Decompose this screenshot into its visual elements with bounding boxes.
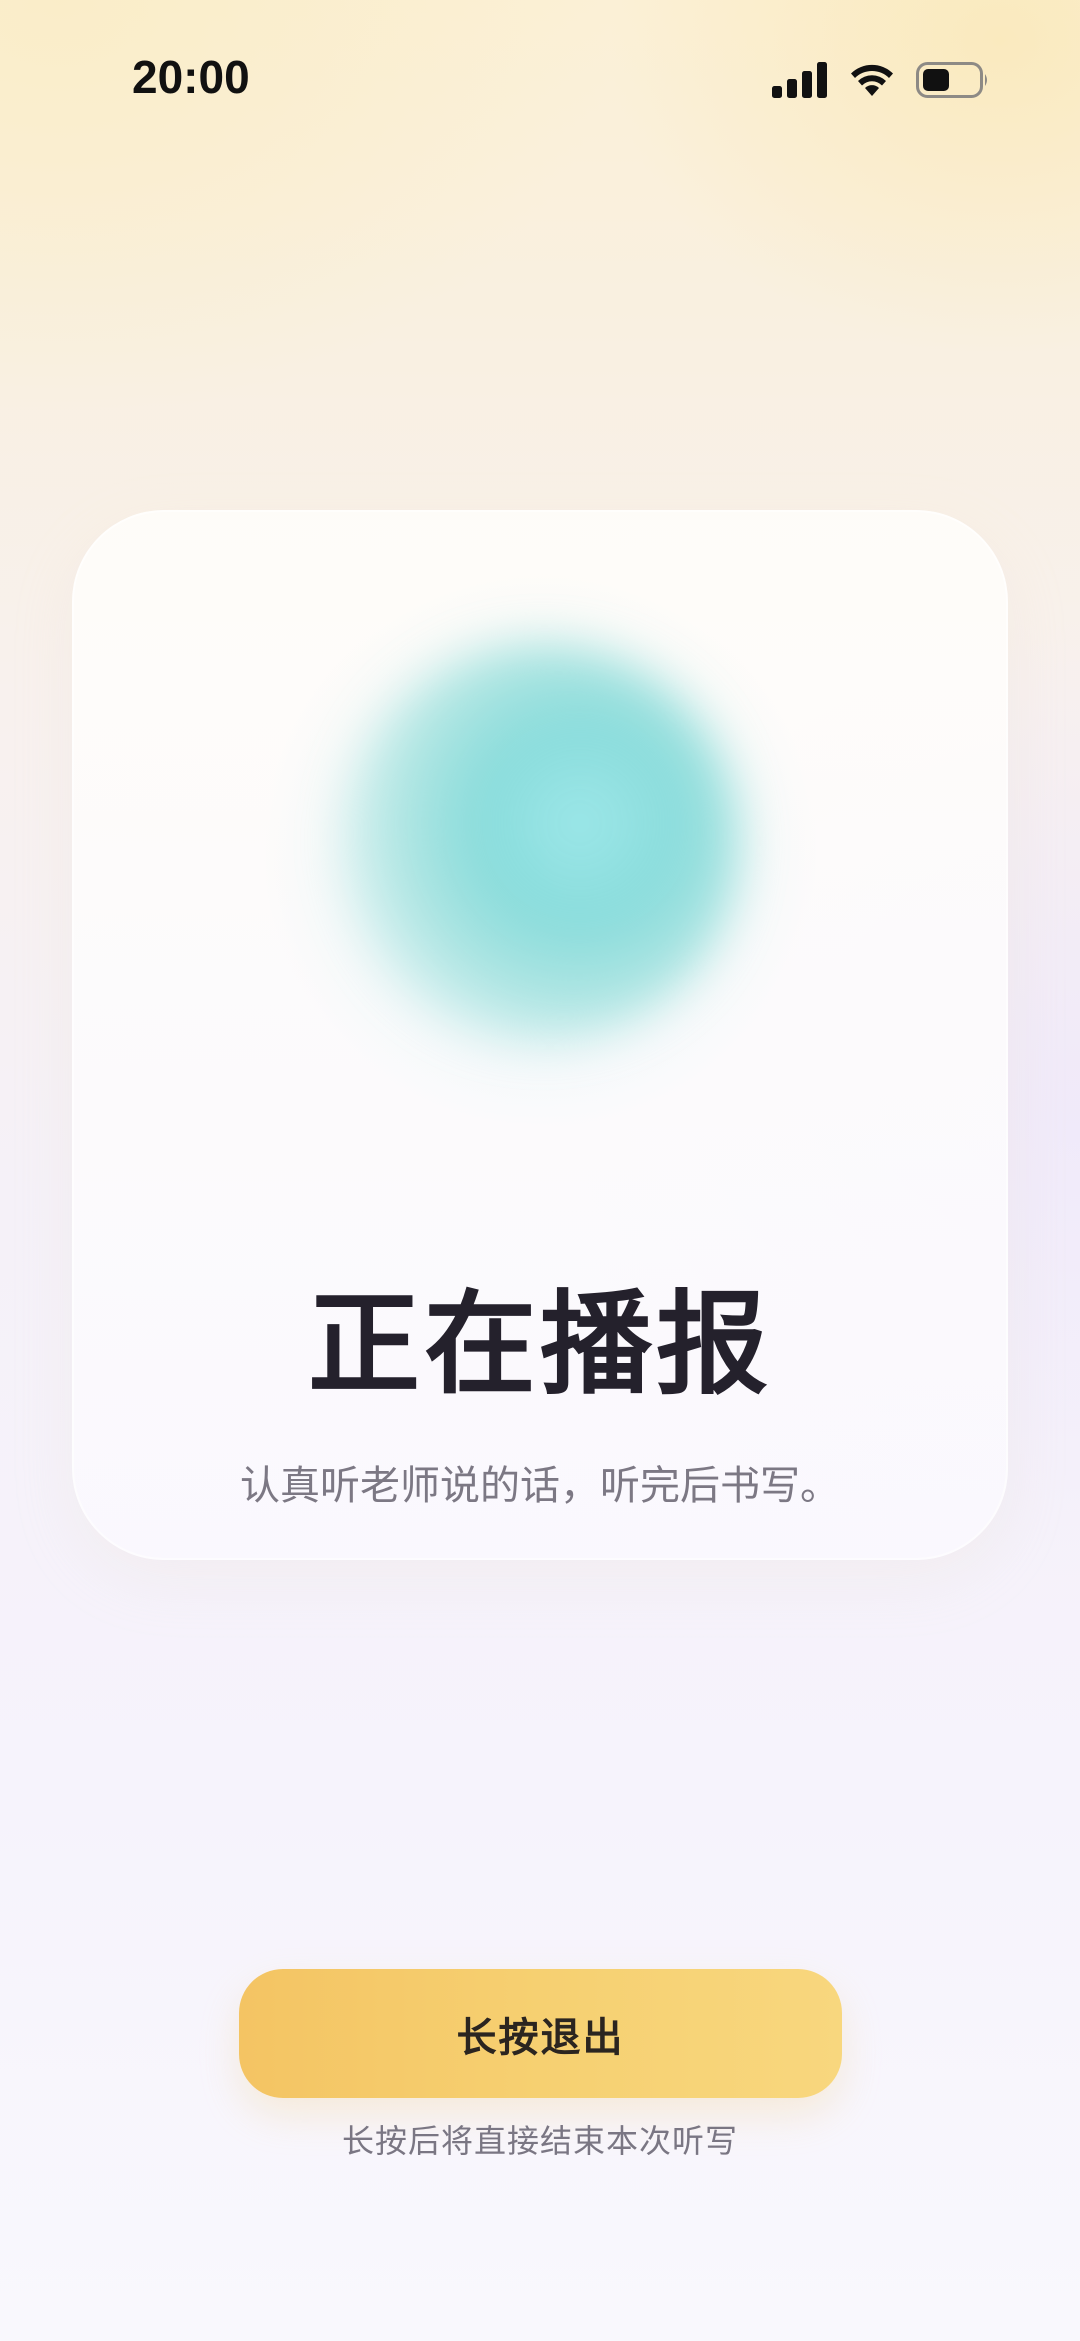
wifi-icon: [848, 62, 896, 98]
cellular-signal-icon: [772, 62, 828, 98]
status-icons: [772, 58, 990, 102]
status-time: 20:00: [132, 51, 250, 103]
exit-hint: 长按后将直接结束本次听写: [341, 2122, 738, 2160]
exit-button-label: 长按退出: [456, 2014, 625, 2061]
broadcast-card: 正在播报 认真听老师说的话，听完后书写。: [72, 510, 1008, 1560]
long-press-exit-button[interactable]: 长按退出: [239, 1969, 842, 2098]
status-bar: 20:00: [0, 0, 1080, 160]
battery-icon: [916, 62, 990, 98]
card-subtitle: 认真听老师说的话，听完后书写。: [240, 1463, 840, 1509]
audio-orb: [340, 643, 740, 1043]
card-title: 正在播报: [308, 1280, 772, 1410]
